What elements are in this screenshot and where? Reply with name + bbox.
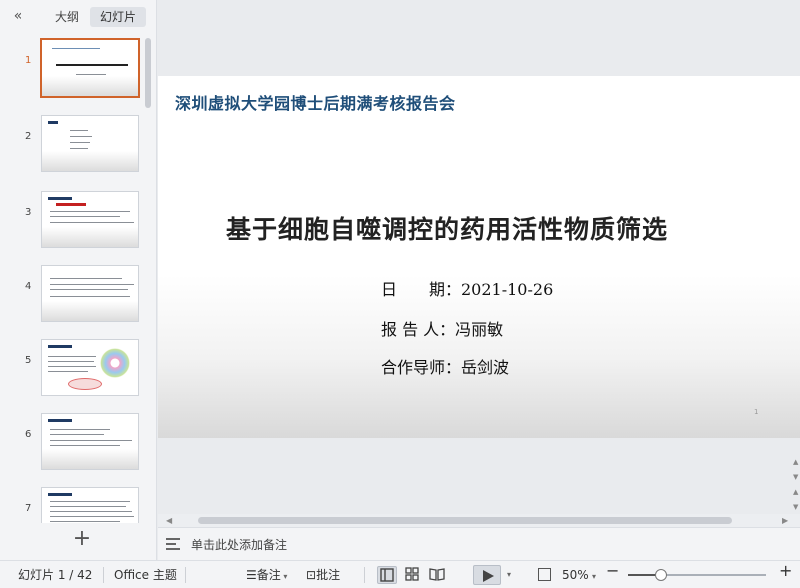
slide-page-number: 1 — [754, 408, 759, 416]
scroll-left-icon[interactable]: ◀ — [166, 514, 172, 527]
reading-view-button[interactable] — [428, 566, 448, 584]
zoom-out-button[interactable]: − — [606, 563, 619, 579]
panel-scrollbar[interactable] — [145, 38, 151, 108]
zoom-slider[interactable] — [628, 569, 766, 581]
slide-number: 3 — [25, 207, 32, 218]
grid-view-icon — [405, 567, 419, 581]
slide-thumbnail-list: 1 2 3 4 5 6 7 — [0, 33, 150, 523]
slide-number: 6 — [25, 429, 32, 440]
current-slide[interactable]: 深圳虚拟大学园博士后期满考核报告会 基于细胞自噬调控的药用活性物质筛选 日 期：… — [158, 76, 800, 438]
notes-icon — [166, 537, 182, 551]
comment-button[interactable]: ⊡批注 — [306, 568, 340, 582]
slide-canvas[interactable]: 深圳虚拟大学园博士后期满考核报告会 基于细胞自噬调控的药用活性物质筛选 日 期：… — [158, 0, 800, 527]
slide-header-text[interactable]: 深圳虚拟大学园博士后期满考核报告会 — [175, 90, 456, 114]
slide-thumbnail[interactable] — [41, 191, 139, 248]
slide-date[interactable]: 日 期：2021-10-26 — [381, 276, 553, 300]
normal-view-icon — [380, 568, 394, 582]
slide-number: 4 — [25, 281, 32, 292]
presentation-app: « 大纲 幻灯片 1 2 3 4 5 6 7 + 深圳虚拟大学园博士后期满考核报… — [0, 0, 800, 588]
notes-list-icon: ☰ — [246, 568, 257, 582]
slide-panel: « 大纲 幻灯片 1 2 3 4 5 6 7 + — [0, 0, 157, 560]
horizontal-scroll-thumb[interactable] — [198, 517, 732, 524]
slide-thumbnail-row[interactable]: 2 — [0, 115, 150, 177]
slide-number: 2 — [25, 131, 32, 142]
slide-number: 7 — [25, 503, 32, 514]
status-bar: 幻灯片 1 / 42 Office 主题 ☰备注 ▾ ⊡批注 ▾ 50% ▾ −… — [0, 560, 800, 588]
slide-thumbnail[interactable] — [41, 413, 139, 470]
slide-thumbnail-row[interactable]: 4 — [0, 265, 150, 327]
slide-title[interactable]: 基于细胞自噬调控的药用活性物质筛选 — [226, 210, 668, 246]
notes-area[interactable]: 单击此处添加备注 — [158, 527, 800, 560]
grid-view-button[interactable] — [403, 566, 423, 584]
slideshow-dropdown-icon[interactable]: ▾ — [507, 568, 511, 582]
zoom-level[interactable]: 50% — [562, 568, 589, 582]
zoom-slider-knob[interactable] — [655, 569, 668, 581]
slide-thumbnail[interactable] — [41, 339, 139, 396]
theme-name[interactable]: Office 主题 — [114, 568, 177, 582]
book-icon — [429, 568, 445, 581]
comment-label: 批注 — [316, 568, 341, 582]
horizontal-scrollbar[interactable]: ◀ ▶ — [158, 514, 800, 527]
slide-count: 幻灯片 1 / 42 — [18, 568, 93, 582]
vertical-scroll-edge[interactable]: ▲ ▼ ▲ ▼ — [793, 18, 800, 518]
zoom-dropdown-icon[interactable]: ▾ — [592, 570, 596, 584]
add-slide-button[interactable]: + — [70, 528, 94, 552]
collapse-panel-icon[interactable]: « — [8, 6, 28, 26]
tab-outline[interactable]: 大纲 — [50, 7, 84, 27]
slideshow-play-button[interactable] — [473, 565, 501, 585]
fit-window-icon[interactable] — [538, 568, 551, 581]
play-icon — [483, 570, 494, 582]
slide-thumbnail-row[interactable]: 3 — [0, 191, 150, 253]
slide-thumbnail[interactable] — [41, 265, 139, 322]
slide-thumbnail[interactable] — [41, 487, 139, 523]
comment-icon: ⊡ — [306, 568, 317, 582]
slide-thumbnail-row[interactable]: 1 — [0, 38, 150, 101]
scroll-right-icon[interactable]: ▶ — [782, 514, 788, 527]
slide-number: 1 — [25, 55, 32, 66]
notes-toggle-label: 备注 — [256, 568, 281, 582]
slide-reporter[interactable]: 报 告 人：冯丽敏 — [381, 316, 503, 340]
slide-thumbnail[interactable] — [41, 115, 139, 172]
normal-view-button[interactable] — [377, 566, 397, 584]
slide-thumbnail-row[interactable]: 5 — [0, 339, 150, 401]
slide-advisor[interactable]: 合作导师：岳剑波 — [381, 354, 509, 378]
tab-slides[interactable]: 幻灯片 — [90, 7, 146, 27]
slide-thumbnail-row[interactable]: 6 — [0, 413, 150, 475]
slide-number: 5 — [25, 355, 32, 366]
slide-thumbnail[interactable] — [40, 38, 140, 98]
slide-thumbnail-row[interactable]: 7 — [0, 487, 150, 523]
notes-toggle-button[interactable]: ☰备注 ▾ — [246, 568, 287, 584]
notes-placeholder[interactable]: 单击此处添加备注 — [191, 536, 287, 553]
zoom-in-button[interactable]: + — [779, 563, 792, 579]
